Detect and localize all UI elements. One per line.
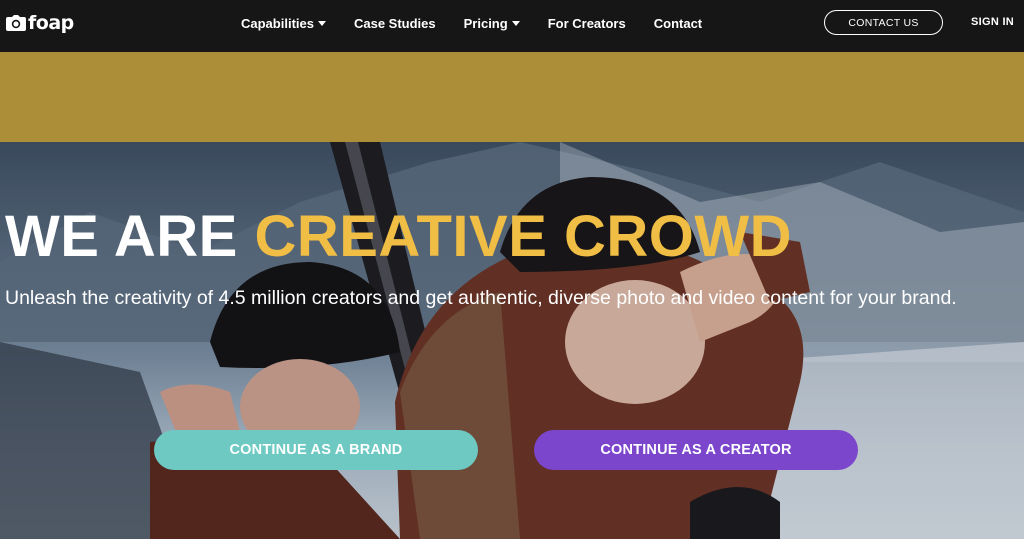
nav-case-studies-label: Case Studies (353, 15, 436, 31)
hero-headline: WE ARE CREATIVE CROWD (5, 206, 792, 268)
nav-for-creators-label: For Creators (547, 15, 626, 31)
headline-accent: CREATIVE CROWD (254, 204, 793, 269)
nav-case-studies[interactable]: Case Studies (354, 16, 436, 31)
hero-background-photo (0, 142, 1024, 539)
main-menu: Capabilities Case Studies Pricing For Cr… (241, 0, 730, 46)
nav-for-creators[interactable]: For Creators (548, 16, 626, 31)
camera-icon (6, 15, 26, 31)
nav-capabilities[interactable]: Capabilities (241, 16, 326, 31)
hero-subtitle: Unleash the creativity of 4.5 million cr… (5, 287, 957, 309)
nav-capabilities-label: Capabilities (241, 15, 314, 31)
continue-as-creator-button[interactable]: CONTINUE AS A CREATOR (534, 430, 858, 470)
nav-pricing-label: Pricing (463, 15, 508, 31)
headline-prefix: WE ARE (5, 204, 255, 269)
continue-as-brand-button[interactable]: CONTINUE AS A BRAND (154, 430, 478, 470)
caret-down-icon (317, 20, 326, 26)
sign-in-link[interactable]: SIGN IN (971, 16, 1014, 28)
nav-pricing[interactable]: Pricing (464, 16, 520, 31)
top-nav: foap Capabilities Case Studies Pricing F… (0, 0, 1024, 52)
caret-down-icon (511, 20, 520, 26)
hero-section (0, 142, 1024, 539)
promo-banner (0, 52, 1024, 142)
logo-text: foap (28, 12, 74, 34)
logo-link[interactable]: foap (6, 11, 74, 35)
contact-us-button[interactable]: CONTACT US (824, 10, 943, 35)
nav-contact[interactable]: Contact (654, 16, 702, 31)
nav-contact-label: Contact (653, 15, 703, 31)
